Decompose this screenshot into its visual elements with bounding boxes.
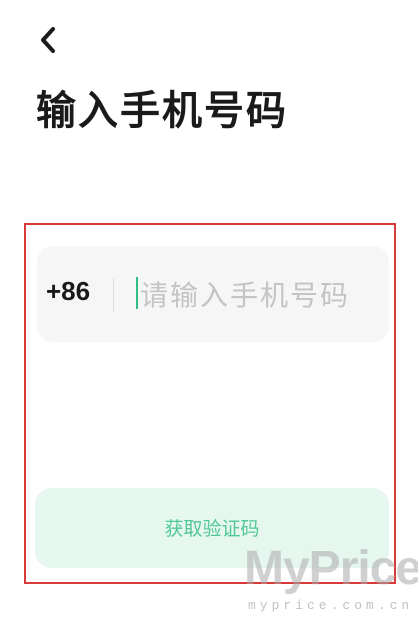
watermark-url: myprice.com.cn <box>248 598 414 613</box>
country-code[interactable]: +86 <box>46 276 90 307</box>
text-cursor <box>136 277 138 309</box>
chevron-left-icon <box>41 27 55 53</box>
watermark: MyPrice myprice.com.cn <box>244 540 418 619</box>
phone-input-row[interactable]: +86 <box>37 246 389 342</box>
divider <box>113 278 114 312</box>
watermark-logo: MyPrice <box>244 542 418 595</box>
page-title: 输入手机号码 <box>36 88 288 134</box>
back-button[interactable] <box>34 20 70 60</box>
phone-input[interactable] <box>136 272 385 318</box>
